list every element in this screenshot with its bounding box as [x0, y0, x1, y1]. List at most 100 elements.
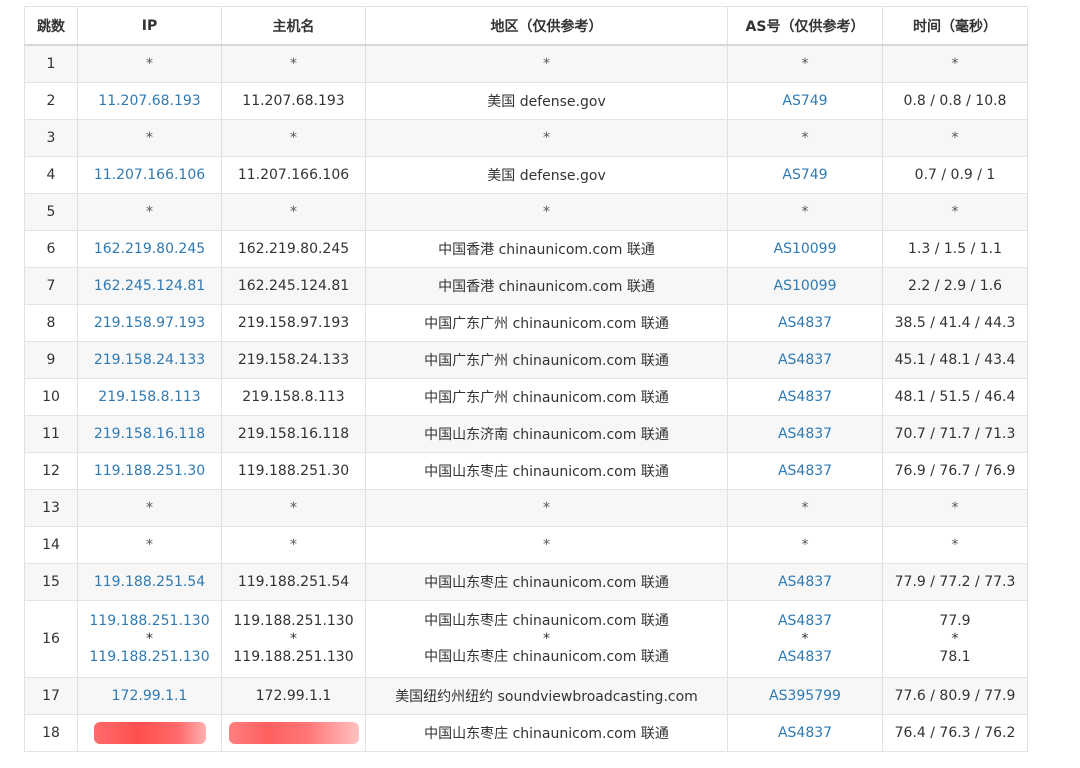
cell-as: AS10099 — [727, 230, 883, 268]
table-header: 跳数 IP 主机名 地区（仅供参考） AS号（仅供参考） 时间（毫秒） — [24, 6, 1028, 46]
as-link[interactable]: AS749 — [782, 93, 827, 109]
cell-region: * — [365, 526, 728, 564]
ip-link[interactable]: 219.158.97.193 — [94, 315, 205, 331]
cell-ip: * — [77, 489, 222, 527]
ip-link[interactable]: 119.188.251.130 — [89, 611, 209, 631]
as-link[interactable]: AS4837 — [778, 389, 832, 405]
cell-hostname: 219.158.8.113 — [221, 378, 366, 416]
as-link[interactable]: AS10099 — [774, 241, 837, 257]
cell-region: 中国山东枣庄 chinaunicom.com 联通 — [365, 714, 728, 752]
header-region: 地区（仅供参考） — [365, 6, 728, 46]
cell-region: 中国山东济南 chinaunicom.com 联通 — [365, 415, 728, 453]
as-link[interactable]: AS4837 — [778, 725, 832, 741]
as-link[interactable]: AS4837 — [778, 315, 832, 331]
cell-as: AS4837 — [727, 341, 883, 379]
traceroute-panel: 跳数 IP 主机名 地区（仅供参考） AS号（仅供参考） 时间（毫秒） 1 * * *… — [24, 6, 1028, 752]
hostname-star: * — [290, 631, 297, 647]
cell-time: 48.1 / 51.5 / 46.4 — [882, 378, 1028, 416]
as-link[interactable]: AS395799 — [769, 688, 841, 704]
ip-link[interactable]: 219.158.16.118 — [94, 426, 205, 442]
cell-as: AS4837 — [727, 714, 883, 752]
table-row: 15 119.188.251.54 119.188.251.54 中国山东枣庄 chi… — [24, 563, 1028, 601]
time-text: 77.9 — [939, 613, 971, 629]
as-link[interactable]: AS4837 — [778, 426, 832, 442]
cell-hop: 15 — [24, 563, 78, 601]
cell-as: AS749 — [727, 82, 883, 120]
table-row: 12 119.188.251.30 119.188.251.30 中国山东枣庄 chi… — [24, 452, 1028, 490]
cell-ip: 162.219.80.245 — [77, 230, 222, 268]
cell-time: 76.4 / 76.3 / 76.2 — [882, 714, 1028, 752]
header-hostname: 主机名 — [221, 6, 366, 46]
cell-hostname: 119.188.251.54 — [221, 563, 366, 601]
ip-link[interactable]: 162.245.124.81 — [94, 278, 205, 294]
ip-link[interactable]: 119.188.251.130 — [89, 647, 209, 667]
ip-link[interactable]: 119.188.251.30 — [94, 463, 205, 479]
ip-link[interactable]: 11.207.68.193 — [98, 93, 200, 109]
cell-region: 中国山东枣庄 chinaunicom.com 联通 — [365, 563, 728, 601]
as-link[interactable]: AS10099 — [774, 278, 837, 294]
cell-region: 中国香港 chinaunicom.com 联通 — [365, 230, 728, 268]
time-text: 78.1 — [939, 649, 971, 665]
ip-link[interactable]: 119.188.251.54 — [94, 574, 205, 590]
cell-hop: 16 — [24, 600, 78, 678]
cell-as: AS4837 — [727, 378, 883, 416]
ip-link[interactable]: 219.158.8.113 — [98, 389, 200, 405]
cell-hop: 4 — [24, 156, 78, 194]
table-row: 1 * * * * * — [24, 44, 1028, 83]
region-text: 中国山东枣庄 chinaunicom.com 联通 — [424, 649, 669, 665]
as-link[interactable]: AS4837 — [778, 463, 832, 479]
cell-hop: 11 — [24, 415, 78, 453]
cell-hostname: 11.207.166.106 — [221, 156, 366, 194]
ip-link[interactable]: 219.158.24.133 — [94, 352, 205, 368]
as-link[interactable]: AS4837 — [778, 611, 832, 631]
cell-time: 2.2 / 2.9 / 1.6 — [882, 267, 1028, 305]
cell-as: AS4837 — [727, 415, 883, 453]
cell-ip: 119.188.251.130 * 119.188.251.130 — [77, 600, 222, 678]
cell-hop: 18 — [24, 714, 78, 752]
cell-time: 77.6 / 80.9 / 77.9 — [882, 677, 1028, 715]
table-row: 9 219.158.24.133 219.158.24.133 中国广东广州 chin… — [24, 341, 1028, 379]
region-text: 中国山东枣庄 chinaunicom.com 联通 — [424, 613, 669, 629]
cell-as: AS4837 * AS4837 — [727, 600, 883, 678]
as-link[interactable]: AS4837 — [778, 647, 832, 667]
cell-time: 38.5 / 41.4 / 44.3 — [882, 304, 1028, 342]
cell-as: AS395799 — [727, 677, 883, 715]
cell-ip: * — [77, 526, 222, 564]
cell-hostname: 219.158.97.193 — [221, 304, 366, 342]
cell-hop: 7 — [24, 267, 78, 305]
cell-ip: 11.207.68.193 — [77, 82, 222, 120]
as-link[interactable]: AS4837 — [778, 352, 832, 368]
table-row: 11 219.158.16.118 219.158.16.118 中国山东济南 chi… — [24, 415, 1028, 453]
cell-ip: * — [77, 44, 222, 83]
redaction-mark-ip — [93, 722, 206, 744]
ip-link[interactable]: 172.99.1.1 — [112, 688, 188, 704]
cell-time: 1.3 / 1.5 / 1.1 — [882, 230, 1028, 268]
cell-region: 美国 defense.gov — [365, 156, 728, 194]
cell-ip: 219.158.97.193 — [77, 304, 222, 342]
cell-time: 0.7 / 0.9 / 1 — [882, 156, 1028, 194]
cell-time: * — [882, 489, 1028, 527]
table-row: 7 162.245.124.81 162.245.124.81 中国香港 chinau… — [24, 267, 1028, 305]
cell-as: * — [727, 526, 883, 564]
as-link[interactable]: AS749 — [782, 167, 827, 183]
cell-ip: 219.158.16.118 — [77, 415, 222, 453]
time-star: * — [951, 631, 959, 647]
as-link[interactable]: AS4837 — [778, 574, 832, 590]
cell-ip: 119.188.251.54 — [77, 563, 222, 601]
ip-link[interactable]: 11.207.166.106 — [94, 167, 205, 183]
ip-star: * — [146, 631, 153, 647]
cell-ip: 162.245.124.81 — [77, 267, 222, 305]
cell-hostname — [221, 714, 366, 752]
cell-region: 美国 defense.gov — [365, 82, 728, 120]
cell-hostname: 219.158.16.118 — [221, 415, 366, 453]
cell-ip — [77, 714, 222, 752]
cell-region: * — [365, 193, 728, 231]
cell-ip: 172.99.1.1 — [77, 677, 222, 715]
cell-time: * — [882, 526, 1028, 564]
hostname-text: 119.188.251.130 — [233, 649, 354, 665]
cell-hostname: * — [221, 193, 366, 231]
cell-hop: 5 — [24, 193, 78, 231]
cell-hop: 2 — [24, 82, 78, 120]
table-row: 10 219.158.8.113 219.158.8.113 中国广东广州 china… — [24, 378, 1028, 416]
ip-link[interactable]: 162.219.80.245 — [94, 241, 205, 257]
